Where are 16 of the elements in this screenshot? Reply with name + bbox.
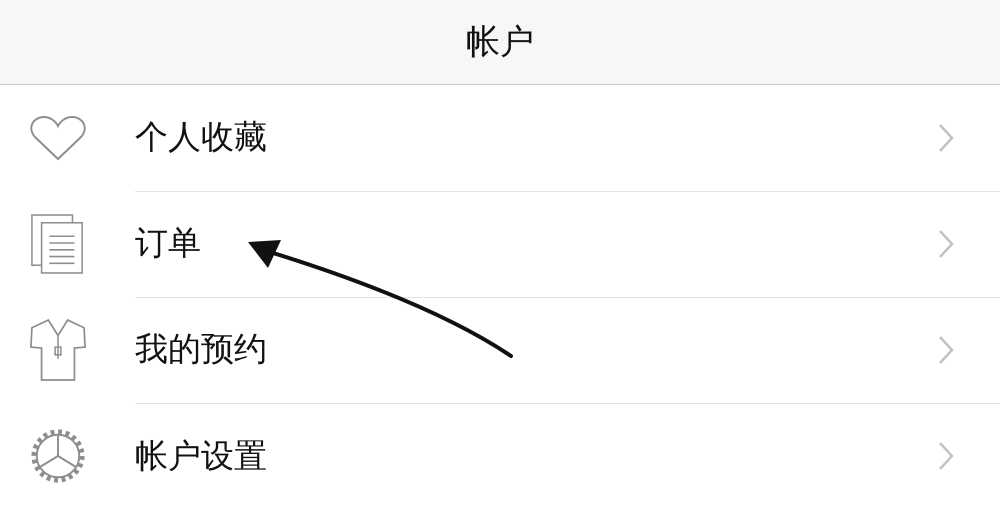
chevron-icon bbox=[938, 441, 954, 471]
menu-row[interactable]: 订单 bbox=[0, 191, 1000, 297]
menu-label: 我的预约 bbox=[135, 328, 268, 370]
menu-row[interactable]: 个人收藏 bbox=[0, 85, 1000, 191]
shirt-icon bbox=[28, 317, 86, 383]
menu-row[interactable]: 我的预约 bbox=[0, 297, 1000, 403]
gear-icon bbox=[28, 427, 86, 485]
menu-label: 帐户设置 bbox=[135, 434, 268, 476]
menu-label: 个人收藏 bbox=[135, 116, 268, 158]
menu-label: 订单 bbox=[135, 222, 202, 264]
chevron-icon bbox=[938, 122, 954, 152]
documents-icon bbox=[30, 212, 86, 276]
screen-title: 帐户 bbox=[466, 21, 534, 64]
chevron-icon bbox=[938, 228, 954, 258]
chevron-icon bbox=[938, 334, 954, 364]
heart-icon bbox=[28, 115, 86, 161]
